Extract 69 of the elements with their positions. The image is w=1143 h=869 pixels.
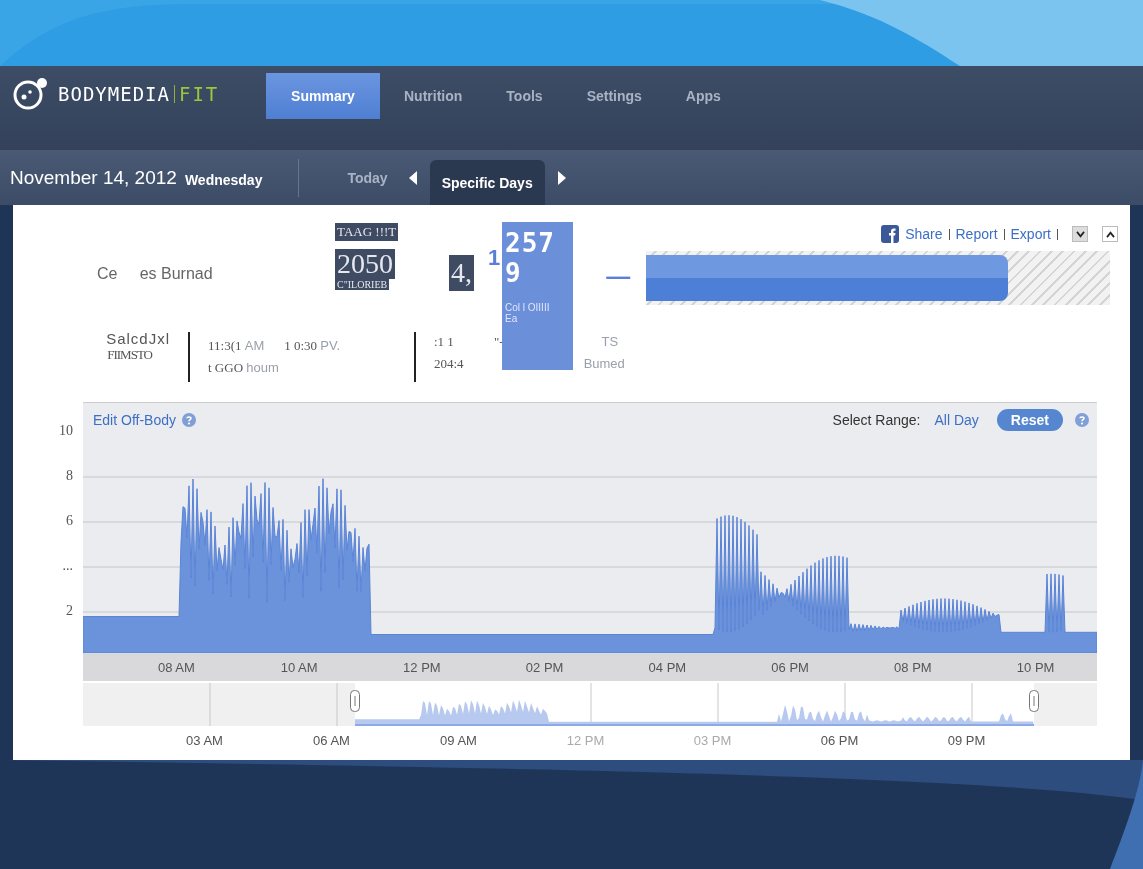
date-title: November 14, 2012	[10, 166, 177, 189]
x-axis-label: 08 PM	[893, 659, 933, 675]
target-caption: TAAG !!!T	[335, 223, 399, 241]
toolbar-link[interactable]: Report	[955, 226, 998, 242]
weekday-label: Wednesday	[184, 171, 263, 188]
burned-value: 257	[505, 228, 556, 258]
next-arrow-icon[interactable]	[556, 170, 567, 185]
help-icon[interactable]	[1075, 412, 1089, 427]
x-axis-label: 08 AM	[156, 659, 196, 675]
chevron-down-icon	[1075, 230, 1085, 238]
y-axis-label: 10	[59, 422, 73, 439]
burned-caption-line: Ea	[505, 313, 519, 324]
edit-off-body-link[interactable]: Edit Off-Body	[93, 411, 176, 428]
range-handle[interactable]	[350, 690, 360, 712]
section-title: SalcdJxl	[106, 330, 170, 347]
toolbar-link[interactable]: Export	[1010, 226, 1051, 242]
stat-digit: 1	[488, 245, 501, 271]
stat-value: 4,	[449, 255, 474, 291]
dash-mark: —	[606, 262, 631, 290]
duration-text: t GGO houm	[208, 360, 280, 376]
start-time: 11:3(1 AM	[208, 338, 265, 354]
nav-tab[interactable]: Apps	[665, 73, 741, 119]
x-axis-label: 10 PM	[1015, 659, 1056, 675]
x-axis-label: 04 PM	[647, 659, 688, 675]
burned-value-digit: 9	[505, 258, 523, 288]
expand-button[interactable]	[1102, 226, 1118, 242]
nav-tab[interactable]: Settings	[566, 73, 662, 119]
navigator-label: 09 PM	[946, 733, 987, 748]
target-unit: C"ILORIEB	[335, 279, 390, 290]
logo-text: BODYMEDIA	[58, 83, 170, 105]
x-axis-label: 06 PM	[770, 659, 810, 675]
nav-tab[interactable]: Tools	[486, 73, 563, 119]
nav-tab[interactable]: Nutrition	[384, 73, 483, 119]
target-value: 2050	[335, 249, 395, 279]
x-axis-label: 12 PM	[402, 659, 442, 675]
facebook-icon[interactable]	[881, 225, 900, 243]
chevron-up-icon	[1105, 230, 1115, 238]
section-subtitle: FIIMSTO	[107, 347, 152, 363]
previous-arrow-icon[interactable]	[407, 170, 418, 185]
y-axis-label: ...	[62, 557, 73, 574]
help-icon[interactable]	[182, 412, 196, 427]
end-time: 1 0:30 PV.	[284, 338, 341, 354]
steps-unit: TS	[601, 334, 619, 350]
burned-caption: Col l OIIIII	[505, 302, 551, 313]
logo-product: FIT	[178, 83, 220, 105]
burned-label: Bumed	[583, 356, 625, 372]
day-tab[interactable]: Specific Days	[429, 159, 545, 206]
collapse-button[interactable]	[1072, 226, 1088, 242]
x-axis-label: 02 PM	[524, 659, 565, 675]
y-axis-label: 8	[66, 467, 73, 484]
toolbar-link[interactable]: Share	[905, 226, 943, 242]
steps-value: :1 1	[434, 334, 454, 350]
calories-label: Ce es Burnad	[97, 265, 214, 283]
range-handle[interactable]	[1029, 690, 1039, 712]
navigator-label: 03 PM	[692, 733, 733, 748]
nav-tab[interactable]: Summary	[266, 73, 380, 119]
y-axis-label: 6	[66, 512, 73, 529]
navigator-label: 06 PM	[819, 733, 860, 748]
day-tab[interactable]: Today	[339, 154, 396, 201]
x-axis-label: 10 AM	[279, 659, 319, 675]
y-axis-label: 2	[66, 602, 73, 619]
navigator-label: 12 PM	[565, 733, 606, 748]
navigator-label: 03 AM	[185, 733, 224, 748]
navigator-label: 06 AM	[312, 733, 351, 748]
reset-button[interactable]: Reset	[996, 408, 1063, 431]
steps-total: 204:4	[434, 356, 464, 372]
all-day-link[interactable]: All Day	[934, 411, 979, 428]
navigator-label: 09 AM	[439, 733, 478, 748]
range-label: Select Range:	[832, 411, 921, 428]
